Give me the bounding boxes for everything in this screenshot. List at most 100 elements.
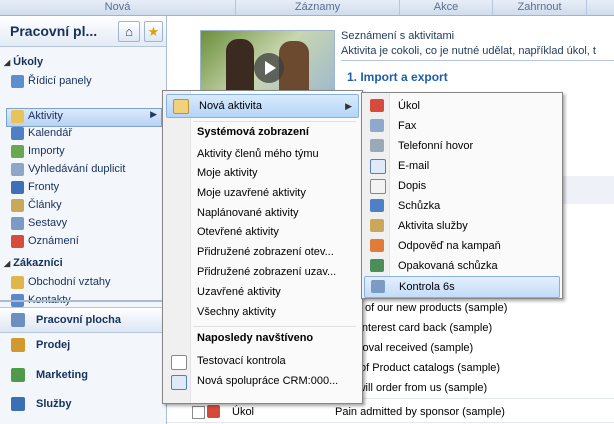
nav-splitter[interactable] bbox=[0, 300, 166, 302]
sidebar-item-label: Importy bbox=[28, 145, 65, 157]
menu-item-view[interactable]: Všechny aktivity bbox=[165, 303, 358, 322]
sidebar-item-aktivity[interactable]: Aktivity bbox=[11, 108, 63, 125]
submenu-item-odpoved-na-kampan[interactable]: Odpověď na kampaň bbox=[364, 236, 558, 256]
menu-item-view[interactable]: Uzavřené aktivity bbox=[165, 283, 358, 302]
submenu-item-fax[interactable]: Fax bbox=[364, 116, 558, 136]
ribbon-group-strip: Nová Záznamy Akce Zahrnout bbox=[0, 0, 614, 16]
chevron-right-icon: ▶ bbox=[150, 109, 157, 119]
row-subject: Pain admitted by sponsor (sample) bbox=[335, 406, 505, 418]
sidebar-item-label: Kalendář bbox=[28, 127, 73, 139]
task-icon bbox=[370, 99, 384, 112]
service-icon bbox=[11, 397, 25, 411]
ribbon-group-zahrnout: Zahrnout bbox=[517, 1, 562, 13]
menu-item-label: Aktivita služby bbox=[398, 220, 468, 232]
menu-item-view[interactable]: Moje uzavřené aktivity bbox=[165, 184, 358, 203]
submenu-item-schuzka[interactable]: Schůzka bbox=[364, 196, 558, 216]
table-row[interactable]: Úkol Pain admitted by sponsor (sample) bbox=[167, 402, 614, 423]
menu-item-recent[interactable]: Nová spolupráce CRM:000... bbox=[165, 372, 358, 391]
marketing-icon bbox=[11, 368, 25, 382]
workspace-label: Pracovní plocha bbox=[36, 314, 121, 326]
collapse-triangle-icon: ◢ bbox=[4, 58, 11, 67]
submenu-item-telefonni-hovor[interactable]: Telefonní hovor bbox=[364, 136, 558, 156]
reports-icon bbox=[11, 217, 24, 230]
sidebar-item-label: Vyhledávání duplicit bbox=[28, 163, 126, 175]
workspace-sluzby[interactable]: Služby bbox=[0, 392, 166, 416]
submenu-item-aktivita-sluzby[interactable]: Aktivita služby bbox=[364, 216, 558, 236]
menu-item-view[interactable]: Přidružené zobrazení otev... bbox=[165, 243, 358, 262]
menu-item-recent[interactable]: Testovací kontrola bbox=[165, 352, 358, 371]
appointment-icon bbox=[370, 199, 384, 212]
sidebar-item-sestavy[interactable]: Sestavy bbox=[11, 215, 67, 232]
menu-item-label: Dopis bbox=[398, 180, 427, 192]
ribbon-group-nova: Nová bbox=[104, 1, 131, 13]
sidebar-item-vyhledavani-duplicit[interactable]: Vyhledávání duplicit bbox=[11, 161, 126, 178]
ribbon-divider bbox=[586, 0, 587, 15]
home-icon[interactable]: ⌂ bbox=[118, 21, 140, 42]
section-header-ukoly[interactable]: ◢ Úkoly bbox=[4, 56, 43, 68]
chevron-right-icon: ▶ bbox=[345, 101, 352, 111]
row-checkbox[interactable] bbox=[192, 406, 205, 419]
sidebar-item-label: Oznámení bbox=[28, 235, 79, 247]
sidebar-item-fronty[interactable]: Fronty bbox=[11, 179, 59, 196]
menu-item-label: Schůzka bbox=[398, 200, 441, 212]
menu-item-nova-aktivita[interactable]: Nová aktivita ▶ bbox=[166, 94, 359, 118]
workspace-pracovni-plocha[interactable]: Pracovní plocha bbox=[0, 307, 166, 333]
new-activity-icon bbox=[173, 99, 189, 114]
info-title: Seznámení s aktivitami bbox=[341, 30, 455, 42]
sidebar-item-label: Řídicí panely bbox=[28, 75, 92, 87]
collapse-triangle-icon: ◢ bbox=[4, 259, 11, 268]
play-icon[interactable] bbox=[254, 53, 284, 83]
import-export-link[interactable]: 1. Import a export bbox=[347, 70, 448, 84]
sidebar-item-ridici-panely[interactable]: Řídicí panely bbox=[11, 73, 92, 90]
dashboard-icon bbox=[11, 75, 24, 88]
menu-header-recently-visited: Naposledy navštíveno bbox=[197, 332, 314, 344]
sidebar-item-importy[interactable]: Importy bbox=[11, 143, 65, 160]
new-activity-submenu: Úkol Fax Telefonní hovor E-mail Dopis Sc… bbox=[361, 92, 563, 299]
workplace-icon bbox=[11, 313, 25, 327]
section-title: Úkoly bbox=[13, 56, 44, 68]
recent-activity-icon bbox=[171, 355, 187, 370]
queues-icon bbox=[11, 181, 24, 194]
left-navigation: Pracovní pl... ⌂ ★ ◢ Úkoly ▶ Řídicí panel… bbox=[0, 16, 167, 424]
menu-item-view[interactable]: Otevřené aktivity bbox=[165, 223, 358, 242]
menu-item-label: Úkol bbox=[398, 100, 421, 112]
submenu-item-dopis[interactable]: Dopis bbox=[364, 176, 558, 196]
info-divider bbox=[341, 60, 614, 61]
favorites-star-icon[interactable]: ★ bbox=[144, 21, 163, 42]
ribbon-group-akce: Akce bbox=[433, 1, 459, 13]
menu-item-view[interactable]: Aktivity členů mého týmu bbox=[165, 145, 358, 164]
submenu-item-opakovana-schuzka[interactable]: Opakovaná schůzka bbox=[364, 256, 558, 276]
sidebar-item-kalendar[interactable]: Kalendář bbox=[11, 125, 73, 142]
menu-item-view[interactable]: Přidružené zobrazení uzav... bbox=[165, 263, 358, 282]
campaign-response-icon bbox=[370, 239, 384, 252]
submenu-item-kontrola-6s[interactable]: Kontrola 6s bbox=[364, 276, 560, 298]
sidebar-item-obchodni-vztahy[interactable]: Obchodní vztahy bbox=[11, 274, 111, 291]
sidebar-item-oznameni[interactable]: Oznámení bbox=[11, 233, 79, 250]
menu-item-label: Telefonní hovor bbox=[398, 140, 474, 152]
menu-item-label: Testovací kontrola bbox=[197, 355, 286, 367]
nav-title: Pracovní pl... bbox=[10, 23, 98, 39]
row-type: Úkol bbox=[232, 406, 255, 418]
menu-item-label: Přidružené zobrazení uzav... bbox=[197, 266, 337, 278]
menu-item-label: Naplánované aktivity bbox=[197, 207, 299, 219]
letter-icon bbox=[370, 179, 386, 194]
menu-item-label: E-mail bbox=[398, 160, 430, 172]
menu-item-view[interactable]: Naplánované aktivity bbox=[165, 204, 358, 223]
menu-header-system-views: Systémová zobrazení bbox=[197, 126, 309, 138]
sidebar-item-clanky[interactable]: Články bbox=[11, 197, 62, 214]
inspection-icon bbox=[371, 280, 385, 293]
articles-icon bbox=[11, 199, 24, 212]
email-icon bbox=[370, 159, 386, 174]
fax-icon bbox=[370, 119, 384, 132]
submenu-item-email[interactable]: E-mail bbox=[364, 156, 558, 176]
section-header-zakaznici[interactable]: ◢ Zákazníci bbox=[4, 257, 63, 269]
activities-icon bbox=[11, 110, 24, 123]
info-description: Aktivita je cokoli, co je nutné udělat, … bbox=[341, 45, 596, 57]
sales-icon bbox=[11, 338, 25, 352]
calendar-icon bbox=[11, 127, 24, 140]
menu-item-label: Fax bbox=[398, 120, 417, 132]
submenu-item-ukol[interactable]: Úkol bbox=[364, 96, 558, 116]
workspace-prodej[interactable]: Prodej bbox=[0, 333, 166, 357]
menu-item-view[interactable]: Moje aktivity bbox=[165, 164, 358, 183]
workspace-marketing[interactable]: Marketing bbox=[0, 363, 166, 387]
